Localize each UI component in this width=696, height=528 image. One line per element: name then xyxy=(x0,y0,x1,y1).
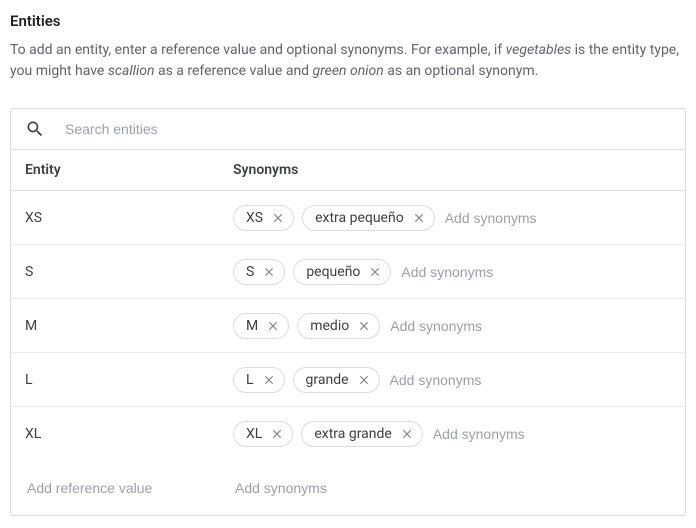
synonym-chip[interactable]: extra pequeño xyxy=(302,205,435,231)
close-icon[interactable] xyxy=(357,373,371,387)
close-icon[interactable] xyxy=(357,319,371,333)
entity-reference-value[interactable]: M xyxy=(25,318,233,334)
table-row[interactable]: MMmedio xyxy=(11,299,685,353)
table-row[interactable]: LLgrande xyxy=(11,353,685,407)
search-icon xyxy=(25,119,45,139)
synonym-chip[interactable]: medio xyxy=(297,313,380,339)
entity-reference-value[interactable]: S xyxy=(25,264,233,280)
close-icon[interactable] xyxy=(270,427,284,441)
add-synonym-input[interactable] xyxy=(399,263,584,281)
synonym-chip[interactable]: grande xyxy=(293,367,380,393)
entity-reference-value[interactable]: L xyxy=(25,372,233,388)
synonym-chip[interactable]: pequeño xyxy=(293,259,391,285)
add-synonym-input[interactable] xyxy=(388,371,573,389)
page-title: Entities xyxy=(10,12,686,30)
synonym-chip[interactable]: L xyxy=(233,367,285,393)
add-reference-input[interactable] xyxy=(25,479,233,497)
entity-reference-value[interactable]: XL xyxy=(25,426,233,442)
synonyms-cell: Mmedio xyxy=(233,313,671,339)
entities-panel: Entity Synonyms XS XS extra pequeño SSpeque… xyxy=(10,108,686,516)
search-input[interactable] xyxy=(63,120,671,138)
synonym-chip-label: M xyxy=(246,318,258,334)
add-synonyms-input[interactable] xyxy=(233,479,671,497)
col-header-synonyms: Synonyms xyxy=(233,162,671,178)
synonym-chip[interactable]: M xyxy=(233,313,289,339)
close-icon[interactable] xyxy=(262,265,276,279)
synonym-chip-label: pequeño xyxy=(306,264,360,280)
search-row xyxy=(11,109,685,150)
synonyms-cell: Lgrande xyxy=(233,367,671,393)
table-header: Entity Synonyms xyxy=(11,150,685,191)
entity-reference-value[interactable]: XS xyxy=(25,210,233,226)
synonyms-cell: XS extra pequeño xyxy=(233,205,671,231)
close-icon[interactable] xyxy=(368,265,382,279)
table-row[interactable]: XS XS extra pequeño xyxy=(11,191,685,245)
add-synonym-input[interactable] xyxy=(431,425,616,443)
synonym-chip-label: XL xyxy=(246,426,262,442)
table-row[interactable]: SSpequeño xyxy=(11,245,685,299)
synonym-chip[interactable]: XS xyxy=(233,205,294,231)
description-text: To add an entity, enter a reference valu… xyxy=(10,40,686,82)
add-synonym-input[interactable] xyxy=(443,209,628,227)
synonym-chip-label: L xyxy=(246,372,254,388)
col-header-entity: Entity xyxy=(25,162,233,178)
synonym-chip-label: extra grande xyxy=(314,426,392,442)
new-entity-row xyxy=(11,461,685,515)
close-icon[interactable] xyxy=(412,211,426,225)
synonym-chip-label: XS xyxy=(246,210,263,226)
close-icon[interactable] xyxy=(271,211,285,225)
synonyms-cell: Spequeño xyxy=(233,259,671,285)
synonym-chip[interactable]: XL xyxy=(233,421,293,447)
add-synonym-input[interactable] xyxy=(388,317,573,335)
table-row[interactable]: XL XL extra grande xyxy=(11,407,685,461)
synonym-chip-label: grande xyxy=(306,372,349,388)
synonym-chip[interactable]: extra grande xyxy=(301,421,423,447)
synonym-chip-label: extra pequeño xyxy=(315,210,404,226)
close-icon[interactable] xyxy=(266,319,280,333)
synonym-chip[interactable]: S xyxy=(233,259,285,285)
synonym-chip-label: S xyxy=(246,264,254,280)
synonyms-cell: XL extra grande xyxy=(233,421,671,447)
close-icon[interactable] xyxy=(400,427,414,441)
close-icon[interactable] xyxy=(262,373,276,387)
synonym-chip-label: medio xyxy=(310,318,349,334)
